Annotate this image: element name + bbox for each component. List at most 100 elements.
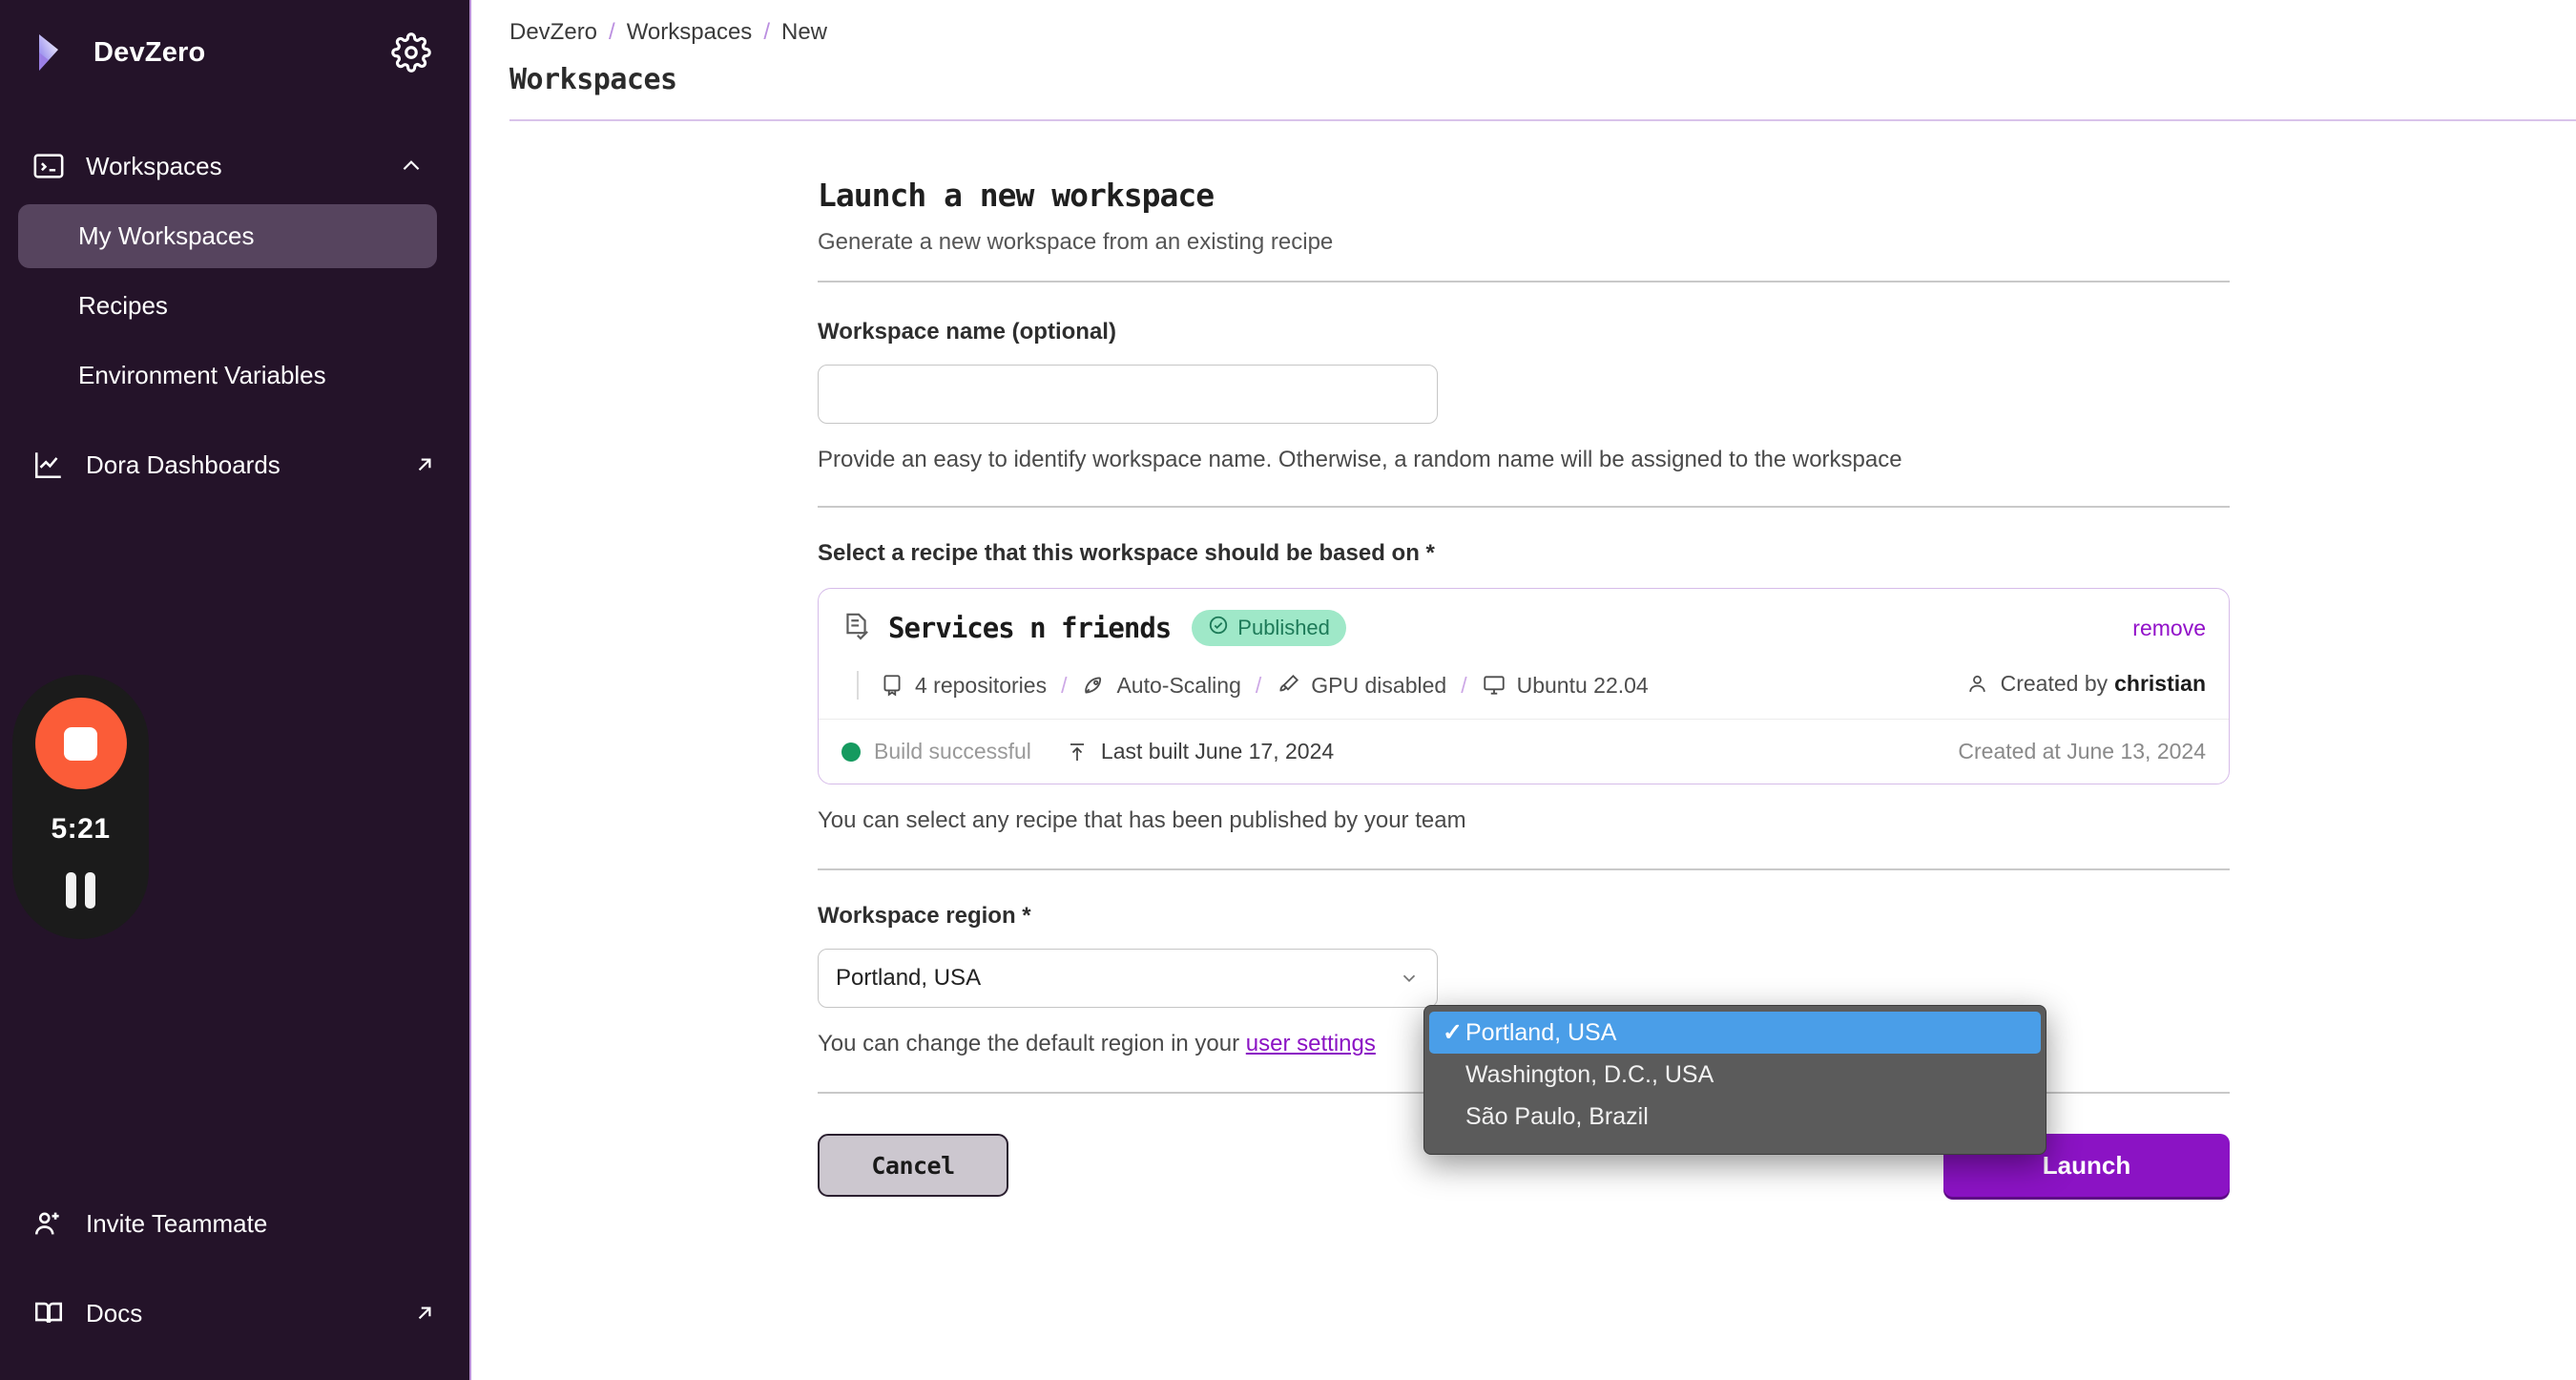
devzero-logo-icon [32,31,71,73]
sidebar-item-label: My Workspaces [78,221,255,250]
last-built: Last built June 17, 2024 [1066,739,1334,764]
status-badge: Published [1192,610,1346,646]
meta-separator: / [1461,672,1467,698]
rocket-icon [1081,673,1106,698]
pause-bar-left [66,872,76,909]
meta-label: Auto-Scaling [1116,672,1241,698]
stop-square-icon [64,726,97,761]
sidebar-item-label: Docs [86,1298,143,1328]
gear-icon[interactable] [391,32,431,73]
stop-recording-button[interactable] [34,698,127,789]
recipe-title-row: Services n friends Published [841,610,2206,646]
sidebar-item-label: Environment Variables [78,361,326,389]
check-circle-icon [1208,615,1229,641]
meta-autoscaling: Auto-Scaling [1081,672,1241,699]
region-option-washington[interactable]: Washington, D.C., USA [1429,1054,2041,1096]
region-option-portland[interactable]: ✓ Portland, USA [1429,1012,2041,1054]
meta-label: 4 repositories [915,672,1048,698]
recipe-label: Select a recipe that this workspace shou… [818,540,1435,566]
workspace-name-help: Provide an easy to identify workspace na… [818,447,1902,472]
recipe-section: Select a recipe that this workspace shou… [818,508,2230,834]
repository-icon [880,673,904,698]
sidebar-item-dora-dashboards[interactable]: Dora Dashboards [32,432,437,497]
form-title: Launch a new workspace [818,177,1215,214]
selected-recipe-card[interactable]: Services n friends Published remove 4 re… [818,588,2230,784]
recording-timer: 5:21 [51,813,111,845]
region-option-label: Portland, USA [1465,1018,1617,1046]
sidebar-item-my-workspaces[interactable]: My Workspaces [18,204,437,268]
page-title: Workspaces [509,63,677,96]
sidebar-group-label: Workspaces [86,151,222,180]
recipe-card-bottom: Build successful Last built June 17, 202… [819,719,2229,784]
status-badge-label: Published [1237,616,1330,639]
sidebar-group-workspaces[interactable]: Workspaces [32,134,437,199]
region-option-sao-paulo[interactable]: São Paulo, Brazil [1429,1096,2041,1138]
region-select-value: Portland, USA [836,965,982,991]
recipe-name: Services n friends [888,612,1172,644]
brush-icon [1276,673,1300,698]
arrow-up-right-icon [412,452,437,477]
recipe-help: You can select any recipe that has been … [818,807,1466,833]
workspace-name-input[interactable] [818,365,1438,424]
recipe-card-top: Services n friends Published remove 4 re… [819,589,2229,719]
region-option-label: São Paulo, Brazil [1465,1102,1649,1130]
sidebar-item-environment-variables[interactable]: Environment Variables [18,344,437,408]
breadcrumb-separator: / [609,19,615,45]
page-header: DevZero / Workspaces / New Workspaces [471,0,2576,121]
workspace-name-section: Workspace name (optional) Provide an eas… [818,282,2230,473]
screen-recorder-widget: 5:21 [12,675,149,939]
meta-label: GPU disabled [1311,672,1447,698]
form-subtitle: Generate a new workspace from an existin… [818,229,1334,255]
book-open-icon [32,1297,65,1329]
workspace-name-label: Workspace name (optional) [818,319,1116,345]
brand-row: DevZero [0,0,469,105]
check-icon: ✓ [1443,1019,1463,1046]
user-icon [1965,672,1989,696]
meta-separator: / [1061,672,1068,698]
monitor-icon [1482,673,1506,698]
region-select[interactable]: Portland, USA [818,949,1438,1008]
build-status-label: Build successful [874,739,1031,763]
terminal-icon [32,150,65,182]
created-at-label: Created at June 13, 2024 [1958,739,2206,763]
breadcrumb: DevZero / Workspaces / New [509,19,2576,46]
meta-label: Ubuntu 22.04 [1516,672,1649,698]
sidebar-item-label: Invite Teammate [86,1208,268,1238]
breadcrumb-separator: / [763,19,770,45]
last-built-label: Last built June 17, 2024 [1100,739,1335,763]
remove-recipe-link[interactable]: remove [2132,616,2206,641]
sidebar-item-invite-teammate[interactable]: Invite Teammate [32,1191,437,1256]
meta-separator: / [1255,672,1262,698]
meta-divider [857,671,859,700]
recipe-created-by: Created by christian [1965,671,2206,697]
sidebar-item-label: Recipes [78,291,168,320]
user-settings-link[interactable]: user settings [1246,1031,1376,1056]
chart-line-icon [32,449,65,481]
arrow-up-right-icon [412,1301,437,1326]
user-plus-icon [32,1207,65,1240]
cancel-button[interactable]: Cancel [818,1134,1008,1197]
meta-os: Ubuntu 22.04 [1482,673,1649,699]
created-by-user: christian [2114,671,2206,696]
brand-name: DevZero [93,36,206,68]
region-dropdown-menu[interactable]: ✓ Portland, USA Washington, D.C., USA Sã… [1423,1005,2046,1155]
breadcrumb-workspaces[interactable]: Workspaces [627,19,753,46]
pause-bar-right [85,872,95,909]
pause-recording-button[interactable] [66,872,95,909]
sidebar-bottom: Invite Teammate Docs [0,1166,469,1346]
sidebar: DevZero Workspaces My Workspaces Recipes… [0,0,471,1380]
sidebar-item-label: Dora Dashboards [86,450,280,479]
breadcrumb-devzero[interactable]: DevZero [509,19,597,46]
breadcrumb-new: New [780,19,827,45]
main-content: DevZero / Workspaces / New Workspaces La… [471,0,2576,1380]
chevron-up-icon[interactable] [399,154,424,178]
app-root: DevZero Workspaces My Workspaces Recipes… [0,0,2576,1380]
upload-icon [1066,741,1089,763]
recipe-document-icon [841,612,871,644]
meta-repositories: 4 repositories [880,673,1047,699]
sidebar-item-docs[interactable]: Docs [32,1281,437,1346]
sidebar-item-recipes[interactable]: Recipes [18,274,437,338]
chevron-down-icon [1399,968,1420,989]
meta-gpu: GPU disabled [1276,673,1446,699]
region-label: Workspace region * [818,903,1031,929]
